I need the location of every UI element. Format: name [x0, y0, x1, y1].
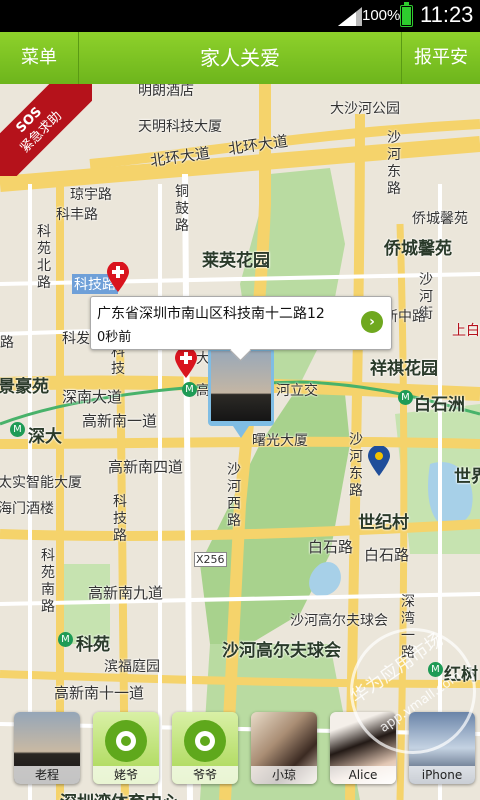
map-label: 科苑南路 — [41, 548, 55, 615]
map-label: 明朗酒店 — [138, 84, 194, 99]
map-label: 世纪村 — [358, 513, 409, 533]
metro-icon: M — [182, 382, 197, 397]
contact-name: 老程 — [14, 766, 80, 784]
report-safe-button[interactable]: 报平安 — [401, 32, 480, 84]
contact-item[interactable]: 爷爷 — [172, 712, 238, 784]
sos-button[interactable]: SOS 紧急求助 — [0, 84, 92, 176]
map-label: 高新南四道 — [108, 458, 184, 476]
signal-icon — [338, 7, 362, 26]
location-time: 0秒前 — [97, 330, 132, 345]
map-label: 沙河高尔夫球会 — [290, 613, 388, 629]
contact-name: 小琼 — [251, 766, 317, 784]
map-label: 科丰路 — [56, 207, 98, 223]
map-label: 河立交 — [276, 383, 318, 399]
map-label: 深大 — [28, 427, 62, 447]
map-label: 沙河西路 — [227, 462, 241, 529]
contact-name: iPhone — [409, 766, 475, 784]
map-label: 莱英花园 — [202, 251, 270, 271]
metro-icon: M — [58, 632, 73, 647]
map-label: 沙河东路 — [349, 432, 363, 499]
map-label: 景豪苑 — [0, 377, 49, 397]
map-label: 沙河高尔夫球会 — [222, 641, 341, 661]
map-label: 侨城馨苑 — [412, 211, 468, 227]
battery-icon — [400, 2, 413, 27]
metro-icon: M — [10, 422, 25, 437]
map-label: 高新南十一道 — [54, 684, 145, 702]
menu-button[interactable]: 菜单 — [0, 32, 79, 84]
contact-item[interactable]: 小琼 — [251, 712, 317, 784]
metro-icon: M — [398, 390, 413, 405]
map-label: 曙光大厦 — [252, 433, 308, 449]
map-label: 铜鼓路 — [175, 184, 189, 234]
contact-item[interactable]: 姥爷 — [93, 712, 159, 784]
map-label: 高新南一道 — [82, 412, 158, 430]
contact-item[interactable]: 老程 — [14, 712, 80, 784]
contact-name: 姥爷 — [93, 766, 159, 784]
page-title: 家人关爱 — [200, 46, 280, 70]
map-label: 大沙河公园 — [330, 101, 400, 117]
hospital-pin-icon[interactable] — [107, 262, 129, 292]
chevron-right-icon[interactable]: › — [361, 311, 383, 333]
title-bar: 菜单 家人关爱 报平安 — [0, 32, 480, 84]
map-label: 深南大道 — [62, 388, 123, 406]
contact-name: Alice — [330, 766, 396, 784]
map-label: 滨福庭园 — [104, 659, 160, 675]
map-label: 科苑 — [76, 635, 110, 655]
map-label: 太实智能大厦 — [0, 475, 82, 491]
map-label: 祥祺花园 — [370, 359, 438, 379]
location-pin-icon[interactable] — [368, 446, 390, 476]
contact-photo — [211, 351, 271, 421]
map-label: 白石路 — [364, 546, 410, 564]
map-label: X256 — [194, 552, 227, 567]
map-label: 科技路 — [113, 494, 127, 544]
contact-name: 爷爷 — [172, 766, 238, 784]
map-label: 科苑北路 — [37, 224, 51, 291]
map-label: 海门酒楼 — [0, 501, 54, 517]
clock: 11:23 — [420, 2, 474, 27]
map-label: 沙河东路 — [387, 130, 401, 197]
location-info-bubble[interactable]: 广东省深圳市南山区科技南十二路12 0秒前 › — [90, 296, 392, 362]
map-label: 路 — [0, 335, 14, 351]
map-label: 天明科技大厦 — [138, 119, 222, 135]
location-address: 广东省深圳市南山区科技南十二路12 — [97, 306, 325, 322]
hospital-pin-icon[interactable] — [175, 348, 197, 378]
map-label: 高新南九道 — [88, 584, 164, 602]
map-label: 琼宇路 — [70, 187, 112, 203]
map-label: 白石路 — [308, 538, 354, 556]
map-label: 上白 — [452, 323, 480, 339]
map-label: 世界 — [454, 467, 480, 487]
map-label: 科发 — [62, 331, 90, 347]
map-label: 侨城馨苑 — [384, 239, 452, 259]
map-label: 白石洲 — [414, 395, 465, 415]
status-bar: 100% 11:23 — [0, 0, 480, 32]
battery-percent: 100% — [362, 7, 401, 24]
